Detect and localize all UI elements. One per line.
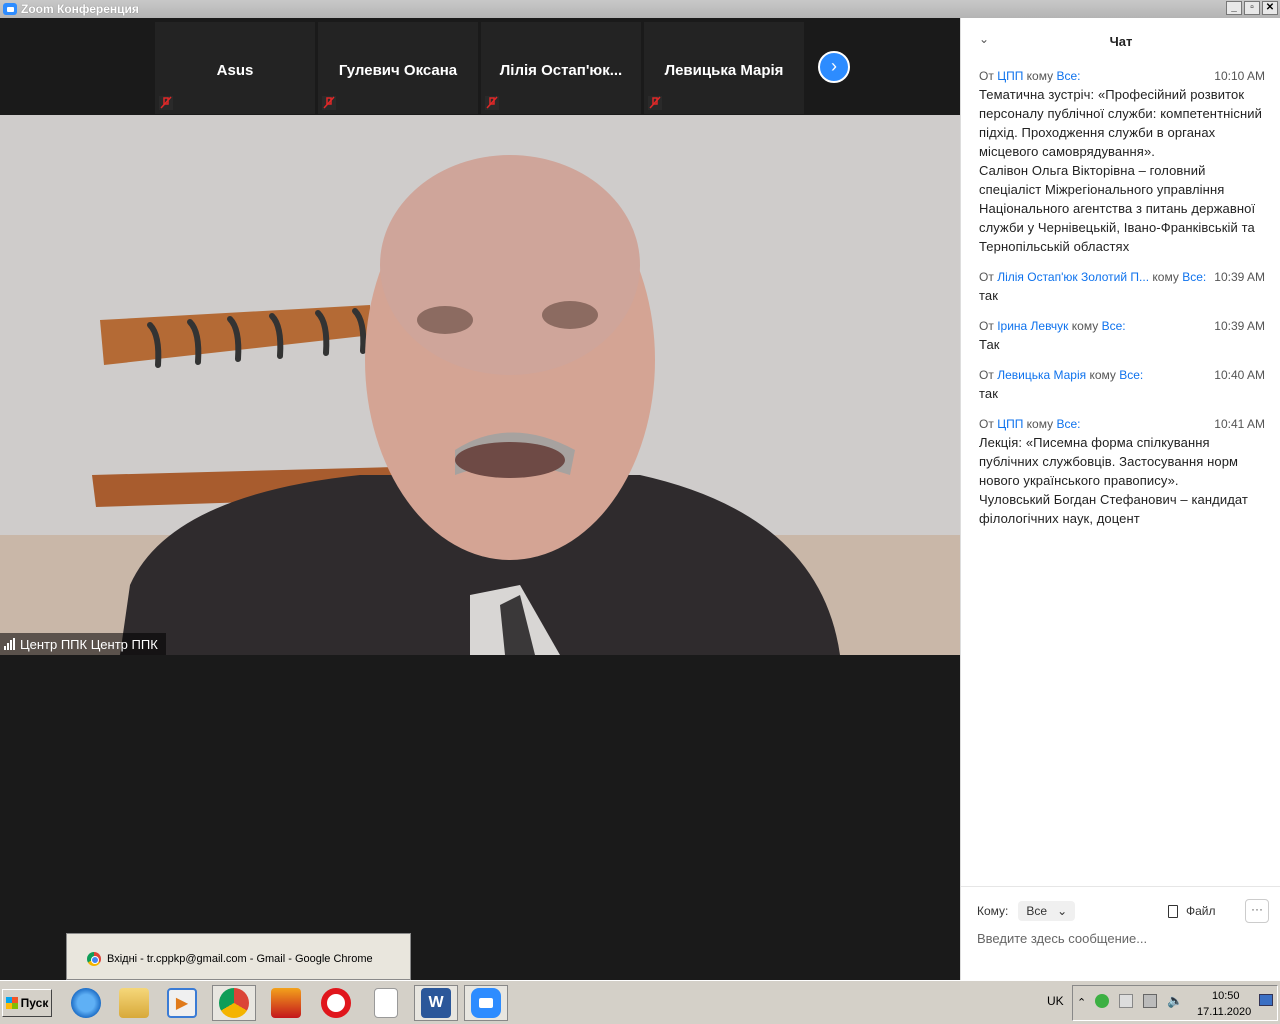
sender-link[interactable]: Левицька Марія: [997, 368, 1086, 382]
message-time: 10:40 AM: [1214, 367, 1265, 382]
language-indicator[interactable]: UK: [1047, 994, 1064, 1008]
zoom-icon[interactable]: [464, 985, 508, 1021]
recipient-link[interactable]: Все:: [1102, 319, 1126, 333]
sender-link[interactable]: Ірина Левчук: [997, 319, 1068, 333]
close-button[interactable]: ✕: [1262, 1, 1278, 15]
security-icon[interactable]: [1119, 994, 1133, 1008]
chrome-icon: [87, 952, 101, 966]
participant-tile[interactable]: Лілія Остап'юк...: [481, 22, 641, 114]
message-input[interactable]: Введите здесь сообщение...: [977, 931, 1147, 946]
participant-tile[interactable]: Левицька Марія: [644, 22, 804, 114]
sender-link[interactable]: Лілія Остап'юк Золотий П...: [997, 270, 1149, 284]
speaker-video-image: [0, 115, 960, 655]
start-button[interactable]: Пуск: [2, 989, 52, 1017]
clock-time[interactable]: 10:50: [1212, 990, 1240, 1002]
recipient-link[interactable]: Все:: [1056, 417, 1080, 431]
chat-title: Чат: [1109, 34, 1133, 49]
message-time: 10:41 AM: [1214, 416, 1265, 431]
speaker-name-label: Центр ППК Центр ППК: [0, 633, 166, 655]
participant-tile[interactable]: Гулевич Оксана: [318, 22, 478, 114]
popup-text: Вхідні - tr.cppkp@gmail.com - Gmail - Go…: [107, 953, 373, 965]
file-icon: [1168, 904, 1178, 918]
explorer-icon[interactable]: [112, 985, 156, 1021]
participant-strip: Asus Гулевич Оксана Лілія Остап'юк... Ле…: [0, 18, 960, 114]
file-button[interactable]: Файл: [1168, 904, 1216, 918]
chevron-down-icon: ⌄: [1057, 904, 1068, 918]
minimize-button[interactable]: _: [1226, 1, 1242, 15]
network-icon[interactable]: [1143, 994, 1157, 1008]
muted-mic-icon: [159, 96, 173, 110]
chat-message: От ЦПП кому Все: 10:10 AM Тематична зустр…: [979, 68, 1265, 255]
muted-mic-icon: [322, 96, 336, 110]
recipient-label: Кому:: [977, 904, 1009, 918]
chat-message: От Лілія Остап'юк Золотий П... кому Все:…: [979, 269, 1265, 304]
chat-messages: От ЦПП кому Все: 10:10 AM Тематична зустр…: [979, 66, 1265, 539]
clock-date[interactable]: 17.11.2020: [1197, 1006, 1251, 1018]
window-title: Zoom Конференция: [21, 2, 139, 16]
next-page-button[interactable]: ›: [818, 51, 850, 83]
message-time: 10:39 AM: [1214, 318, 1265, 333]
muted-mic-icon: [485, 96, 499, 110]
recipient-link[interactable]: Все:: [1119, 368, 1143, 382]
recipient-link[interactable]: Все:: [1182, 270, 1206, 284]
zoom-app-icon: [3, 3, 17, 15]
windows-flag-icon: [5, 997, 18, 1009]
participant-tile[interactable]: Asus: [155, 22, 315, 114]
message-text: Тематична зустріч: «Професійний розвиток…: [979, 87, 1262, 254]
more-options-button[interactable]: ···: [1245, 899, 1269, 923]
media-player-icon[interactable]: ▶: [160, 985, 204, 1021]
taskbar: Пуск ▶ W UK ⌃ 🔈 10:50 17.11.2020: [0, 980, 1280, 1024]
taskbar-preview-popup[interactable]: Вхідні - tr.cppkp@gmail.com - Gmail - Go…: [66, 933, 411, 980]
message-text: так: [979, 288, 999, 303]
speaker-video: Центр ППК Центр ППК: [0, 115, 960, 655]
message-time: 10:39 AM: [1214, 269, 1265, 284]
chat-header: ⌄ Чат: [961, 18, 1280, 64]
word-icon[interactable]: W: [414, 985, 458, 1021]
participant-name: Левицька Марія: [664, 62, 784, 79]
chat-composer: Кому: Все ⌄ Файл ··· Введите здесь сообщ…: [961, 886, 1280, 980]
recipient-link[interactable]: Все:: [1056, 69, 1080, 83]
internet-explorer-icon[interactable]: [64, 985, 108, 1021]
show-desktop-icon[interactable]: [1259, 994, 1273, 1006]
recipient-select[interactable]: Все ⌄: [1018, 901, 1076, 921]
participant-name: Лілія Остап'юк...: [499, 62, 623, 79]
speaker-name: Центр ППК Центр ППК: [20, 636, 158, 652]
document-icon[interactable]: [364, 985, 408, 1021]
sender-link[interactable]: ЦПП: [997, 417, 1023, 431]
chat-message: От Ірина Левчук кому Все: 10:39 AM Так: [979, 318, 1265, 353]
message-time: 10:10 AM: [1214, 68, 1265, 83]
participant-name: Гулевич Оксана: [338, 62, 458, 79]
message-text: Так: [979, 337, 1000, 352]
window-titlebar: Zoom Конференция _ ▫ ✕: [0, 0, 1280, 18]
volume-icon[interactable]: 🔈: [1167, 993, 1183, 1009]
signal-icon: [4, 638, 15, 650]
muted-mic-icon: [648, 96, 662, 110]
app-icon[interactable]: [264, 985, 308, 1021]
message-text: так: [979, 386, 999, 401]
participant-name: Asus: [216, 62, 254, 79]
maximize-button[interactable]: ▫: [1244, 1, 1260, 15]
chat-panel: ⌄ Чат От ЦПП кому Все: 10:10 AM Тематична…: [960, 18, 1280, 980]
chrome-icon[interactable]: [212, 985, 256, 1021]
sender-link[interactable]: ЦПП: [997, 69, 1023, 83]
chat-message: От Левицька Марія кому Все: 10:40 AM так: [979, 367, 1265, 402]
message-text: Лекція: «Писемна форма спілкування публі…: [979, 435, 1248, 526]
opera-icon[interactable]: [314, 985, 358, 1021]
update-icon[interactable]: [1095, 994, 1109, 1008]
meeting-stage: Asus Гулевич Оксана Лілія Остап'юк... Ле…: [0, 18, 960, 980]
chat-message: От ЦПП кому Все: 10:41 AM Лекція: «Писемн…: [979, 416, 1265, 527]
tray-expand-icon[interactable]: ⌃: [1077, 996, 1086, 1009]
